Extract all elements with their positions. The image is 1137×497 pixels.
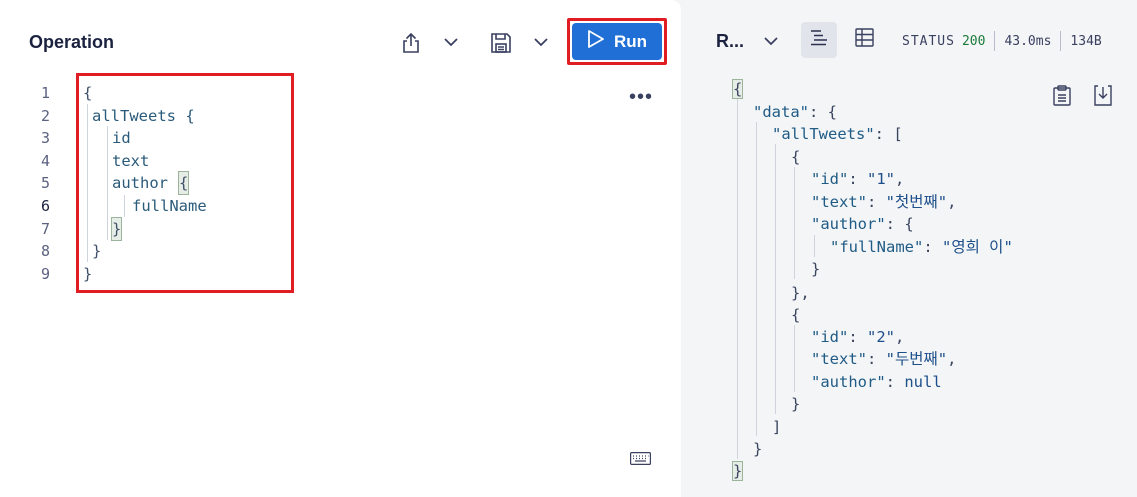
save-icon[interactable]: [488, 30, 514, 56]
json-line: "author": {: [811, 215, 914, 233]
line-number: 6: [40, 197, 50, 215]
line-number: 8: [40, 242, 50, 260]
indent-guide: [794, 167, 795, 279]
save-options-chevron-down-icon[interactable]: [531, 33, 551, 51]
json-line: "id": "2",: [811, 328, 905, 346]
table-view-button[interactable]: [846, 22, 882, 58]
json-line: "fullName": "영희 이": [830, 238, 1013, 256]
indent-guide: [756, 122, 757, 436]
divider: [994, 31, 996, 51]
json-line: }: [811, 260, 821, 278]
line-number: 9: [40, 265, 50, 283]
more-options-icon[interactable]: •••: [629, 87, 653, 107]
line-number: 7: [40, 220, 50, 238]
indent-guide: [775, 144, 776, 414]
line-number: 1: [40, 84, 50, 102]
indent-guide: [814, 235, 815, 257]
json-line: ]: [772, 418, 782, 436]
json-line: "id": "1",: [811, 170, 905, 188]
clipboard-icon[interactable]: [1053, 85, 1071, 111]
share-options-chevron-down-icon[interactable]: [441, 33, 461, 51]
keyboard-icon[interactable]: [630, 452, 651, 470]
json-line: {: [791, 148, 801, 166]
json-line: },: [791, 284, 810, 302]
json-line: {: [731, 79, 744, 99]
indent-guide: [794, 325, 795, 392]
operation-title: Operation: [29, 32, 115, 52]
json-line: }: [753, 440, 763, 458]
response-options-chevron-down-icon[interactable]: [762, 33, 780, 49]
json-line: "allTweets": [: [772, 125, 903, 143]
line-number: 4: [40, 152, 50, 170]
json-line: "author": null: [811, 373, 942, 391]
json-line: "data": {: [753, 103, 837, 121]
response-title: R...: [716, 31, 745, 51]
json-view-button[interactable]: [801, 22, 837, 58]
line-number: 5: [40, 174, 50, 192]
json-line: "text": "첫번째",: [811, 193, 957, 211]
line-number: 3: [40, 129, 50, 147]
json-line: {: [791, 306, 801, 324]
table-view-icon: [854, 28, 874, 52]
status-label: STATUS: [902, 33, 955, 49]
json-line: }: [731, 461, 744, 481]
indent-guide: [737, 99, 738, 459]
json-line: "text": "두번째",: [811, 350, 957, 368]
status-code: 200: [961, 33, 986, 49]
json-line: }: [791, 395, 801, 413]
list-view-icon: [809, 29, 829, 52]
run-button[interactable]: Run: [572, 23, 662, 60]
divider: [1060, 31, 1062, 51]
query-highlight-box: [76, 73, 294, 293]
share-icon[interactable]: [399, 30, 423, 56]
response-status-bar: STATUS 200 43.0ms 134B: [902, 31, 1102, 51]
response-size: 134B: [1070, 33, 1102, 49]
response-time: 43.0ms: [1004, 33, 1052, 49]
download-icon[interactable]: [1094, 85, 1112, 111]
line-number: 2: [40, 107, 50, 125]
run-label: Run: [613, 31, 648, 51]
play-icon: [587, 29, 605, 54]
